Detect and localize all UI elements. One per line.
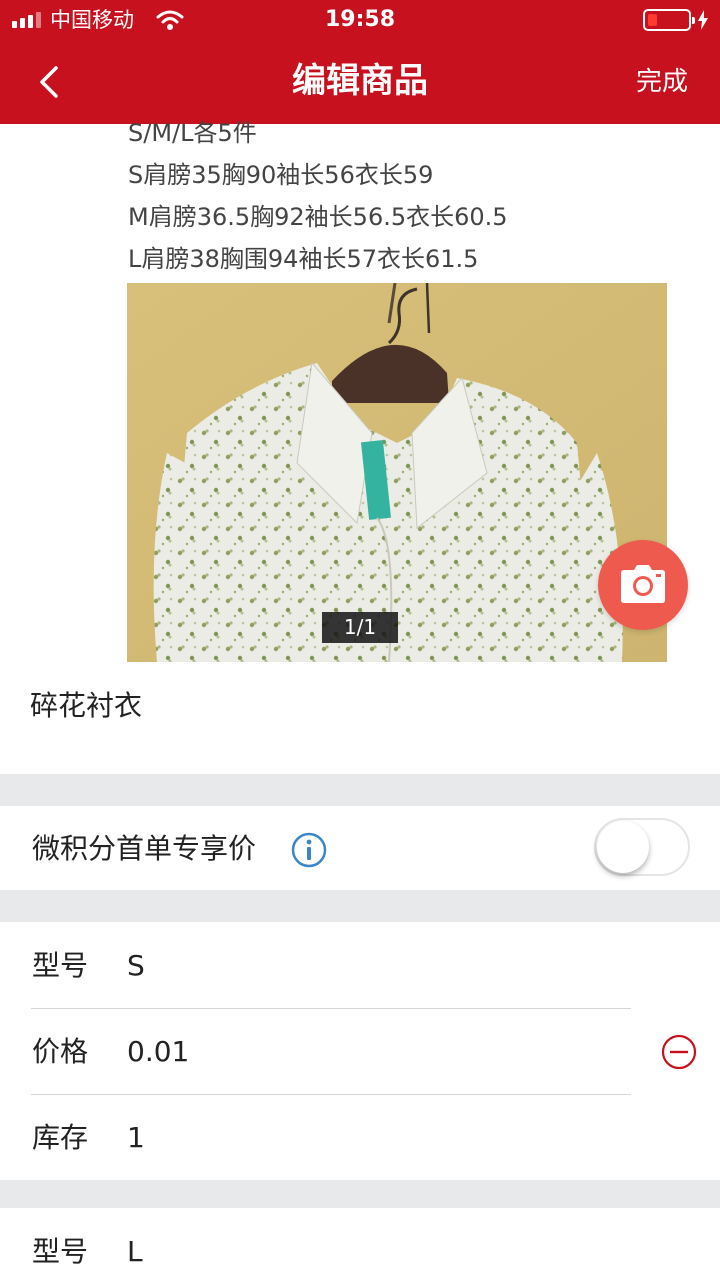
description-line: L肩膀38胸围94袖长57衣长61.5 bbox=[128, 245, 479, 273]
description-line: S/M/L各5件 bbox=[128, 119, 257, 147]
status-bar: 中国移动 19:58 bbox=[0, 0, 720, 40]
product-description: S/M/L各5件 S肩膀35胸90袖长56衣长59 M肩膀36.5胸92袖长56… bbox=[128, 112, 508, 280]
model-label: 型号 bbox=[32, 949, 89, 982]
page-title: 编辑商品 bbox=[292, 61, 428, 101]
shirt-photo-illustration bbox=[127, 283, 667, 662]
section-divider bbox=[0, 1180, 720, 1208]
first-order-price-toggle[interactable] bbox=[594, 818, 690, 876]
spec-model-row[interactable]: 型号 S bbox=[0, 922, 720, 1008]
battery-icon bbox=[643, 9, 695, 31]
product-name-field[interactable]: 碎花衬衣 bbox=[0, 662, 720, 774]
model-value: L bbox=[127, 1235, 143, 1268]
price-value: 0.01 bbox=[127, 1035, 190, 1068]
price-label: 价格 bbox=[32, 1035, 89, 1068]
image-pager: 1/1 bbox=[322, 612, 398, 643]
stock-value: 1 bbox=[127, 1121, 145, 1154]
spec-model-row[interactable]: 型号 L bbox=[0, 1208, 720, 1280]
spec-block-s: 型号 S 价格 0.01 库存 1 bbox=[0, 922, 720, 1180]
description-line: M肩膀36.5胸92袖长56.5衣长60.5 bbox=[128, 203, 508, 231]
spec-price-row[interactable]: 价格 0.01 bbox=[0, 1008, 720, 1094]
info-icon[interactable] bbox=[291, 832, 327, 868]
section-divider bbox=[0, 774, 720, 806]
first-order-price-label: 微积分首单专享价 bbox=[32, 832, 257, 865]
clock: 19:58 bbox=[324, 7, 396, 32]
section-divider bbox=[0, 890, 720, 922]
camera-button[interactable] bbox=[598, 540, 688, 630]
spec-stock-row[interactable]: 库存 1 bbox=[0, 1094, 720, 1180]
toggle-knob bbox=[597, 821, 649, 873]
camera-icon bbox=[621, 565, 665, 603]
remove-spec-icon[interactable] bbox=[661, 1034, 697, 1070]
product-name: 碎花衬衣 bbox=[30, 689, 143, 722]
charging-icon bbox=[698, 10, 708, 30]
stock-label: 库存 bbox=[32, 1121, 89, 1154]
model-value: S bbox=[127, 949, 145, 982]
description-line: S肩膀35胸90袖长56衣长59 bbox=[128, 161, 434, 189]
back-button[interactable] bbox=[30, 60, 70, 104]
done-button[interactable]: 完成 bbox=[636, 62, 688, 102]
model-label: 型号 bbox=[32, 1235, 89, 1268]
spec-block-l: 型号 L bbox=[0, 1208, 720, 1280]
product-photo[interactable] bbox=[127, 283, 667, 662]
